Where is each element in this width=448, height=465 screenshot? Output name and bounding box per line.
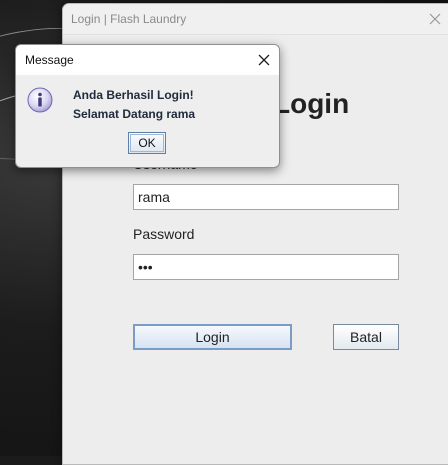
cancel-button[interactable]: Batal [333, 324, 399, 350]
login-window-titlebar[interactable]: Login | Flash Laundry [63, 4, 448, 35]
username-input[interactable]: rama [133, 184, 399, 210]
close-icon[interactable] [249, 45, 279, 75]
close-icon [258, 54, 270, 66]
password-input[interactable]: ••• [133, 254, 399, 280]
login-button[interactable]: Login [133, 324, 292, 350]
message-dialog: Message Anda Berhasil Login! Selamat Dat… [15, 44, 280, 168]
info-icon [27, 87, 53, 113]
password-label: Password [133, 226, 195, 242]
dialog-title: Message [25, 53, 74, 67]
login-heading: Login [273, 88, 350, 119]
message-dialog-titlebar[interactable]: Message [16, 45, 279, 75]
ok-button[interactable]: OK [128, 132, 166, 154]
close-icon [429, 13, 441, 25]
window-title: Login | Flash Laundry [71, 12, 187, 26]
message-line-2: Selamat Datang rama [73, 107, 196, 121]
close-icon[interactable] [417, 4, 448, 34]
message-line-1: Anda Berhasil Login! [73, 88, 194, 102]
